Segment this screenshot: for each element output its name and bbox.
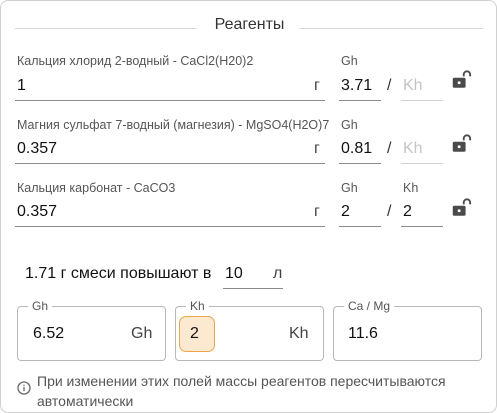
lock-open-icon[interactable]: [450, 133, 472, 155]
gh-underline: [339, 163, 381, 164]
section-title: Реагенты: [214, 16, 285, 33]
amount-underline: [15, 226, 325, 227]
kh-result-label: Kh: [186, 299, 209, 313]
gh-input[interactable]: 3.71: [341, 77, 372, 95]
reagent-name: Кальция карбонат - CaCO3: [17, 181, 176, 195]
ca-mg-result-field[interactable]: Ca / Mg 11.6: [333, 299, 482, 361]
kh-underline: [401, 100, 443, 101]
gh-underline: [339, 226, 381, 227]
separator: /: [387, 77, 392, 94]
gh-label: Gh: [341, 118, 358, 132]
kh-result-field[interactable]: Kh 2 Kh: [175, 299, 324, 361]
mix-text: 1.71 г смеси повышают в: [25, 265, 212, 282]
gh-result-label: Gh: [28, 299, 53, 313]
amount-unit: г: [314, 140, 320, 157]
kh-input[interactable]: Kh: [403, 77, 423, 95]
kh-underline: [401, 163, 443, 164]
reagent-name: Магния сульфат 7-водный (магнезия) - MgS…: [17, 118, 330, 132]
ca-mg-result-value[interactable]: 11.6: [348, 325, 378, 343]
reagent-name: Кальция хлорид 2-водный - CaCl2(H20)2: [17, 54, 254, 68]
kh-result-value[interactable]: 2: [190, 325, 199, 343]
amount-input[interactable]: 0.357: [17, 140, 57, 158]
gh-label: Gh: [341, 54, 358, 68]
ca-mg-result-label: Ca / Mg: [344, 299, 395, 313]
info-text: При изменении этих полей массы реагентов…: [37, 373, 446, 409]
gh-label: Gh: [341, 181, 358, 195]
amount-underline: [15, 163, 325, 164]
amount-unit: г: [314, 203, 320, 220]
volume-input[interactable]: 10: [225, 265, 243, 283]
kh-underline: [401, 226, 443, 227]
gh-result-value[interactable]: 6.52: [33, 325, 64, 343]
amount-input[interactable]: 1: [17, 77, 26, 95]
gh-input[interactable]: 2: [341, 203, 350, 221]
separator: /: [387, 203, 392, 220]
kh-input[interactable]: 2: [403, 203, 412, 221]
gh-input[interactable]: 0.81: [341, 140, 372, 158]
amount-underline: [15, 100, 325, 101]
kh-input[interactable]: Kh: [403, 140, 423, 158]
info-icon: [17, 381, 31, 395]
volume-unit: л: [273, 265, 283, 282]
gh-result-field[interactable]: Gh 6.52 Gh: [17, 299, 166, 361]
gh-underline: [339, 100, 381, 101]
lock-open-icon[interactable]: [450, 197, 472, 219]
amount-input[interactable]: 0.357: [17, 203, 57, 221]
amount-unit: г: [314, 77, 320, 94]
kh-result-unit: Kh: [289, 325, 309, 342]
reagents-card: Реагенты Кальция хлорид 2-водный - CaCl2…: [0, 0, 497, 413]
lock-open-icon[interactable]: [450, 69, 472, 91]
kh-label: Kh: [403, 181, 419, 195]
separator: /: [387, 140, 392, 157]
gh-result-unit: Gh: [131, 325, 153, 342]
volume-underline: [223, 288, 283, 289]
